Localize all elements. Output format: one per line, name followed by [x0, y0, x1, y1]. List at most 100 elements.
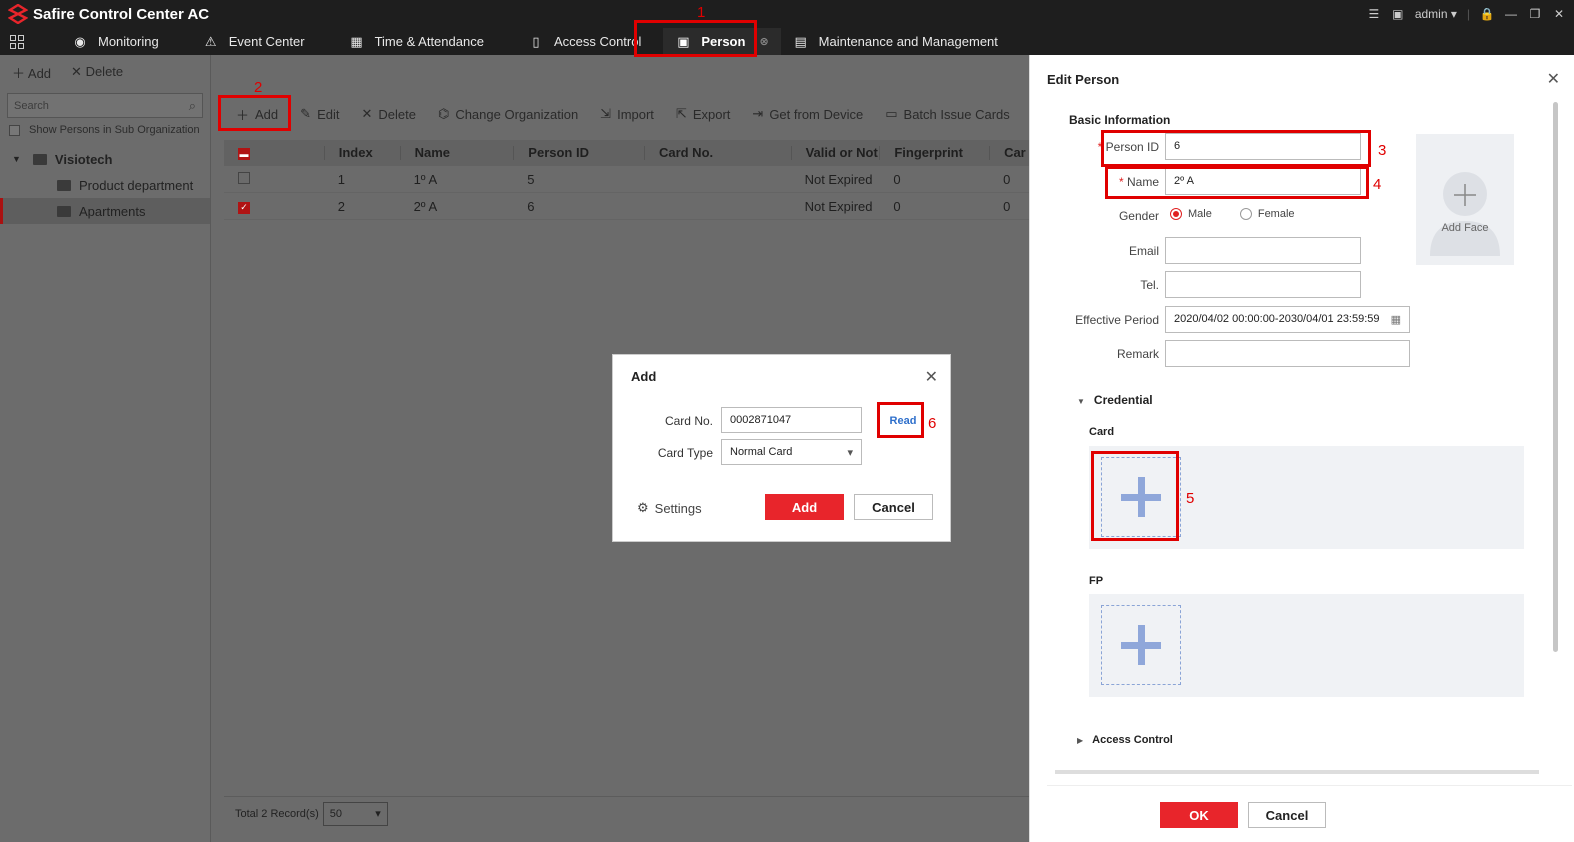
female-radio[interactable] — [1239, 208, 1252, 220]
table-row[interactable]: 1 1º A 5 Not Expired 0 0 — [224, 166, 1029, 193]
annotation-box — [1105, 166, 1369, 199]
delete-person-button[interactable]: ✕ Delete — [361, 106, 415, 122]
column-header[interactable]: Valid or Not — [790, 146, 880, 160]
add-org-button[interactable]: ＋ Add — [12, 63, 51, 82]
settings-button[interactable]: ⚙ Settings — [637, 500, 702, 516]
male-radio[interactable] — [1170, 208, 1182, 220]
ok-button[interactable]: OK — [1160, 802, 1238, 828]
button-label: Edit — [317, 106, 340, 122]
title-bar: Safire Control Center AC ☰ ▣ admin ▾ | 🔒… — [0, 0, 1574, 28]
cancel-button[interactable]: Cancel — [854, 494, 933, 520]
tel-field[interactable] — [1165, 271, 1361, 298]
row-checkbox[interactable]: ✓ — [238, 201, 250, 214]
delete-icon: ✕ — [361, 106, 373, 121]
add-face-label: Add Face — [1441, 221, 1489, 234]
cell-index: 1 — [337, 171, 345, 187]
list-icon[interactable]: ☰ — [1367, 7, 1381, 21]
export-icon: ⇱ — [675, 106, 687, 121]
folder-icon — [32, 153, 47, 165]
delete-org-button[interactable]: ✕ Delete — [71, 64, 123, 80]
tab-event-center[interactable]: ⚠ Event Center — [191, 28, 317, 55]
field-value: 0002871047 — [730, 414, 792, 426]
tree-item-apartments[interactable]: Apartments — [0, 198, 210, 224]
access-control-section-toggle[interactable]: ▶ Access Control — [1077, 734, 1173, 746]
add-face-button[interactable]: Add Face — [1416, 134, 1514, 265]
select-value: Normal Card — [730, 446, 793, 458]
column-header[interactable]: Fingerprint — [879, 146, 989, 160]
row-checkbox[interactable] — [238, 171, 250, 184]
get-from-device-button[interactable]: ⇥ Get from Device — [752, 106, 863, 122]
tab-monitoring[interactable]: ◉ Monitoring — [60, 28, 171, 55]
tab-access-control[interactable]: ▯ Access Control — [516, 28, 653, 55]
person-table: ▬ Index Name Person ID Card No. Valid or… — [224, 140, 1029, 220]
import-button[interactable]: ⇲ Import — [600, 106, 654, 122]
vertical-scrollbar[interactable] — [1553, 102, 1558, 652]
org-search-input[interactable]: Search ⌕ — [7, 93, 203, 118]
column-header[interactable]: Person ID — [513, 146, 644, 160]
show-sub-org-checkbox[interactable]: Show Persons in Sub Organization — [0, 124, 210, 136]
add-fingerprint-button[interactable] — [1101, 605, 1181, 685]
column-header[interactable]: Name — [399, 146, 514, 160]
lock-icon[interactable]: 🔒 — [1480, 7, 1495, 21]
tab-label: Access Control — [553, 34, 642, 49]
collapse-icon[interactable]: ▼ — [12, 154, 21, 164]
user-menu[interactable]: admin ▾ — [1415, 7, 1457, 21]
horizontal-scrollbar[interactable] — [1055, 770, 1539, 774]
minimize-icon[interactable]: — — [1504, 7, 1518, 21]
grid-menu-icon[interactable] — [10, 28, 24, 55]
close-icon[interactable]: ✕ — [925, 367, 938, 387]
change-organization-button[interactable]: ⌬ Change Organization — [438, 106, 578, 122]
effective-period-field[interactable]: 2020/04/02 00:00:00-2030/04/01 23:59:59 ▦ — [1165, 306, 1410, 333]
cell-name: 2º A — [413, 198, 438, 214]
search-icon[interactable]: ⌕ — [189, 98, 196, 114]
tel-label: Tel. — [1140, 278, 1159, 292]
restore-icon[interactable]: ❐ — [1528, 7, 1542, 21]
tab-label: Time & Attendance — [374, 34, 484, 49]
expand-icon: ▶ — [1077, 736, 1084, 745]
card-type-select[interactable]: Normal Card ▾ — [721, 439, 862, 465]
tree-label: Visiotech — [54, 151, 113, 167]
card-no-field[interactable]: 0002871047 — [721, 407, 862, 433]
close-icon[interactable]: ✕ — [1547, 69, 1560, 89]
plus-icon — [1121, 625, 1161, 665]
remark-field[interactable] — [1165, 340, 1410, 367]
page-size-value: 50 — [329, 807, 343, 820]
email-label: Email — [1128, 244, 1159, 258]
cancel-button[interactable]: Cancel — [1248, 802, 1326, 828]
email-field[interactable] — [1165, 237, 1361, 264]
credential-section-toggle[interactable]: ▼ Credential — [1077, 393, 1153, 407]
select-all-checkbox[interactable]: ▬ — [238, 148, 250, 160]
add-card-dialog: Add ✕ Card No. 0002871047 Read Card Type… — [612, 354, 951, 542]
button-label: Export — [692, 106, 731, 122]
cell-index: 2 — [337, 198, 345, 214]
alarm-icon: ⚠ — [204, 33, 217, 49]
page-size-select[interactable]: 50 ▾ — [322, 801, 388, 826]
table-header: ▬ Index Name Person ID Card No. Valid or… — [224, 140, 1029, 166]
checkbox[interactable] — [9, 124, 20, 136]
close-icon[interactable]: ✕ — [1552, 7, 1566, 21]
table-row[interactable]: ✓ 2 2º A 6 Not Expired 0 0 — [224, 193, 1029, 220]
calendar-icon[interactable]: ▦ — [1391, 313, 1401, 326]
section-basic-info: Basic Information — [1069, 113, 1171, 127]
edit-person-button[interactable]: ✎ Edit — [300, 106, 339, 122]
column-header[interactable]: Card No. — [643, 146, 791, 160]
column-header[interactable]: Index — [323, 146, 400, 160]
cell-fingerprint: 0 — [893, 198, 901, 214]
annotation-number: 1 — [697, 4, 706, 21]
user-name: admin — [1414, 7, 1448, 21]
checkbox-label: Show Persons in Sub Organization — [29, 124, 200, 136]
tab-maintenance[interactable]: ▤ Maintenance and Management — [781, 28, 1010, 55]
tab-time-attendance[interactable]: ▦ Time & Attendance — [337, 28, 496, 55]
add-button[interactable]: Add — [765, 494, 844, 520]
section-label: Credential — [1093, 393, 1153, 407]
annotation-box — [1101, 130, 1371, 167]
tree-root-visiotech[interactable]: ▼ Visiotech — [0, 146, 210, 172]
folder-icon — [57, 205, 71, 217]
export-button[interactable]: ⇱ Export — [676, 106, 730, 122]
organization-icon: ⌬ — [437, 106, 450, 121]
batch-issue-cards-button[interactable]: ▭ Batch Issue Cards — [885, 106, 1010, 122]
tree-item-product-department[interactable]: Product department — [0, 172, 210, 198]
tab-close-icon[interactable]: ⊗ — [759, 35, 768, 48]
field-value: 2020/04/02 00:00:00-2030/04/01 23:59:59 — [1174, 313, 1380, 325]
image-icon[interactable]: ▣ — [1391, 7, 1405, 21]
